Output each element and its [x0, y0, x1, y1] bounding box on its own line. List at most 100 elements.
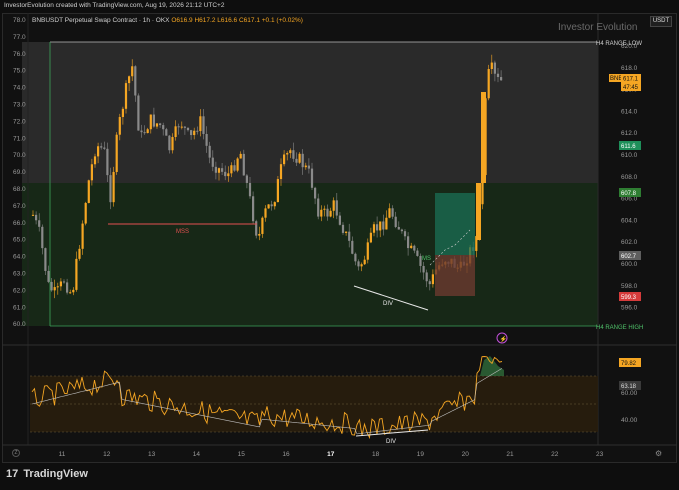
- chart-canvas[interactable]: 78.0 77.0 76.0 75.0 74.0 73.0 72.0 71.0 70.0 69.0…: [0, 0, 679, 490]
- candle-body: [345, 231, 348, 233]
- right-axis-tick: 602.0: [621, 239, 638, 246]
- candle-body: [31, 214, 35, 216]
- right-axis-tick: 604.0: [621, 217, 638, 224]
- svg-text:602.7: 602.7: [621, 254, 637, 260]
- candle-body: [369, 232, 372, 243]
- svg-text:607.8: 607.8: [621, 191, 637, 197]
- candle-body: [124, 83, 128, 109]
- candle-body: [180, 126, 183, 128]
- candle-body: [493, 62, 496, 74]
- candle-body: [118, 117, 121, 135]
- time-axis-tick: 15: [238, 451, 246, 458]
- candle-body: [394, 216, 397, 227]
- candle-body: [47, 270, 50, 282]
- candle-body: [255, 221, 258, 236]
- candle-body: [391, 208, 394, 217]
- candle-body: [208, 145, 211, 158]
- candle-body: [431, 274, 434, 285]
- candle-body: [310, 168, 314, 188]
- right-axis-tick: 612.0: [621, 130, 638, 137]
- candle-body: [397, 226, 400, 230]
- price-div-label: DIV: [383, 301, 393, 307]
- candle-body: [348, 231, 351, 241]
- candle-body: [379, 221, 382, 231]
- candle-body: [242, 153, 245, 176]
- candle-body: [279, 164, 283, 180]
- left-axis-tick: 69.0: [13, 169, 26, 176]
- candle-body: [407, 236, 410, 249]
- candle-body: [422, 265, 425, 273]
- footer-logo: 17 TradingView: [6, 468, 88, 480]
- candle-body: [227, 173, 230, 177]
- currency-button[interactable]: USDT: [650, 16, 672, 27]
- candle-body: [326, 208, 329, 217]
- candle-body: [323, 208, 326, 210]
- right-axis-tick: 598.0: [621, 283, 638, 290]
- candle-body: [137, 95, 140, 131]
- time-axis-tick: 21: [506, 451, 514, 458]
- candle-body: [143, 132, 146, 134]
- candle-body: [196, 130, 199, 132]
- candle-body: [304, 165, 307, 168]
- candle-body: [496, 73, 500, 78]
- symbol-legend[interactable]: BNBUSDT Perpetual Swap Contract · 1h · O…: [32, 17, 303, 24]
- candle-body: [87, 180, 90, 203]
- range-high-label: H4 RANGE HIGH: [596, 325, 643, 331]
- symbol-price-tag: BNBUSDT.P 617.1 47:45: [609, 74, 644, 91]
- candle-body: [217, 168, 221, 173]
- osc-axis: 60.00 40.00: [621, 390, 638, 424]
- scroll-left-icon[interactable]: Z: [12, 449, 20, 457]
- candle-body: [273, 202, 276, 207]
- candle-body: [476, 183, 481, 240]
- right-axis-tick: 600.0: [621, 261, 638, 268]
- candle-body: [66, 282, 69, 293]
- candle-body: [413, 245, 416, 251]
- change-value: +0.1 (+0.02%): [261, 17, 303, 24]
- candle-body: [270, 204, 273, 207]
- svg-text:63.18: 63.18: [621, 384, 637, 390]
- candle-body: [239, 153, 242, 159]
- candle-body: [351, 240, 354, 254]
- candle-body: [317, 198, 320, 217]
- long-position-stop[interactable]: [435, 255, 475, 296]
- candle-body: [211, 157, 214, 167]
- high-value: H617.2: [194, 17, 216, 24]
- level-tag-green: 611.6: [619, 141, 641, 150]
- candle-body: [121, 108, 124, 118]
- candle-body: [267, 204, 270, 209]
- left-axis-tick: 67.0: [13, 203, 26, 210]
- candle-body: [112, 171, 115, 203]
- candle-body: [388, 208, 391, 218]
- alert-bolt-icon[interactable]: ⚡: [496, 332, 508, 344]
- candle-body: [276, 179, 279, 203]
- candle-body: [372, 224, 376, 233]
- candle-body: [81, 223, 84, 249]
- gear-icon[interactable]: ⚙: [655, 449, 664, 458]
- candle-body: [106, 148, 109, 176]
- candle-body: [53, 287, 56, 291]
- left-axis-tick: 77.0: [13, 34, 26, 41]
- candle-body: [261, 217, 264, 234]
- time-axis-tick: 23: [596, 451, 604, 458]
- time-axis: 11 12 13 14 15 16 17 18 19 20 21 22 23: [59, 451, 604, 458]
- time-axis-tick: 19: [417, 451, 425, 458]
- candle-body: [403, 231, 407, 237]
- candle-body: [286, 153, 289, 155]
- candle-body: [35, 214, 38, 221]
- range-low-label: H4 RANGE LOW: [596, 41, 642, 47]
- candle-body: [301, 153, 304, 168]
- footer-logo-text: TradingView: [23, 468, 88, 480]
- candle-body: [205, 133, 208, 146]
- candle-body: [329, 210, 332, 217]
- candle-body: [428, 281, 431, 285]
- candle-body: [335, 200, 338, 216]
- svg-text:611.6: 611.6: [621, 144, 636, 150]
- candle-body: [221, 168, 224, 172]
- candle-body: [93, 156, 97, 165]
- candle-body: [264, 208, 267, 218]
- candle-body: [314, 187, 317, 199]
- right-axis-tick: 608.0: [621, 174, 638, 181]
- candle-body: [245, 175, 248, 183]
- long-position-target[interactable]: [435, 193, 475, 255]
- right-axis-tick: 610.0: [621, 152, 638, 159]
